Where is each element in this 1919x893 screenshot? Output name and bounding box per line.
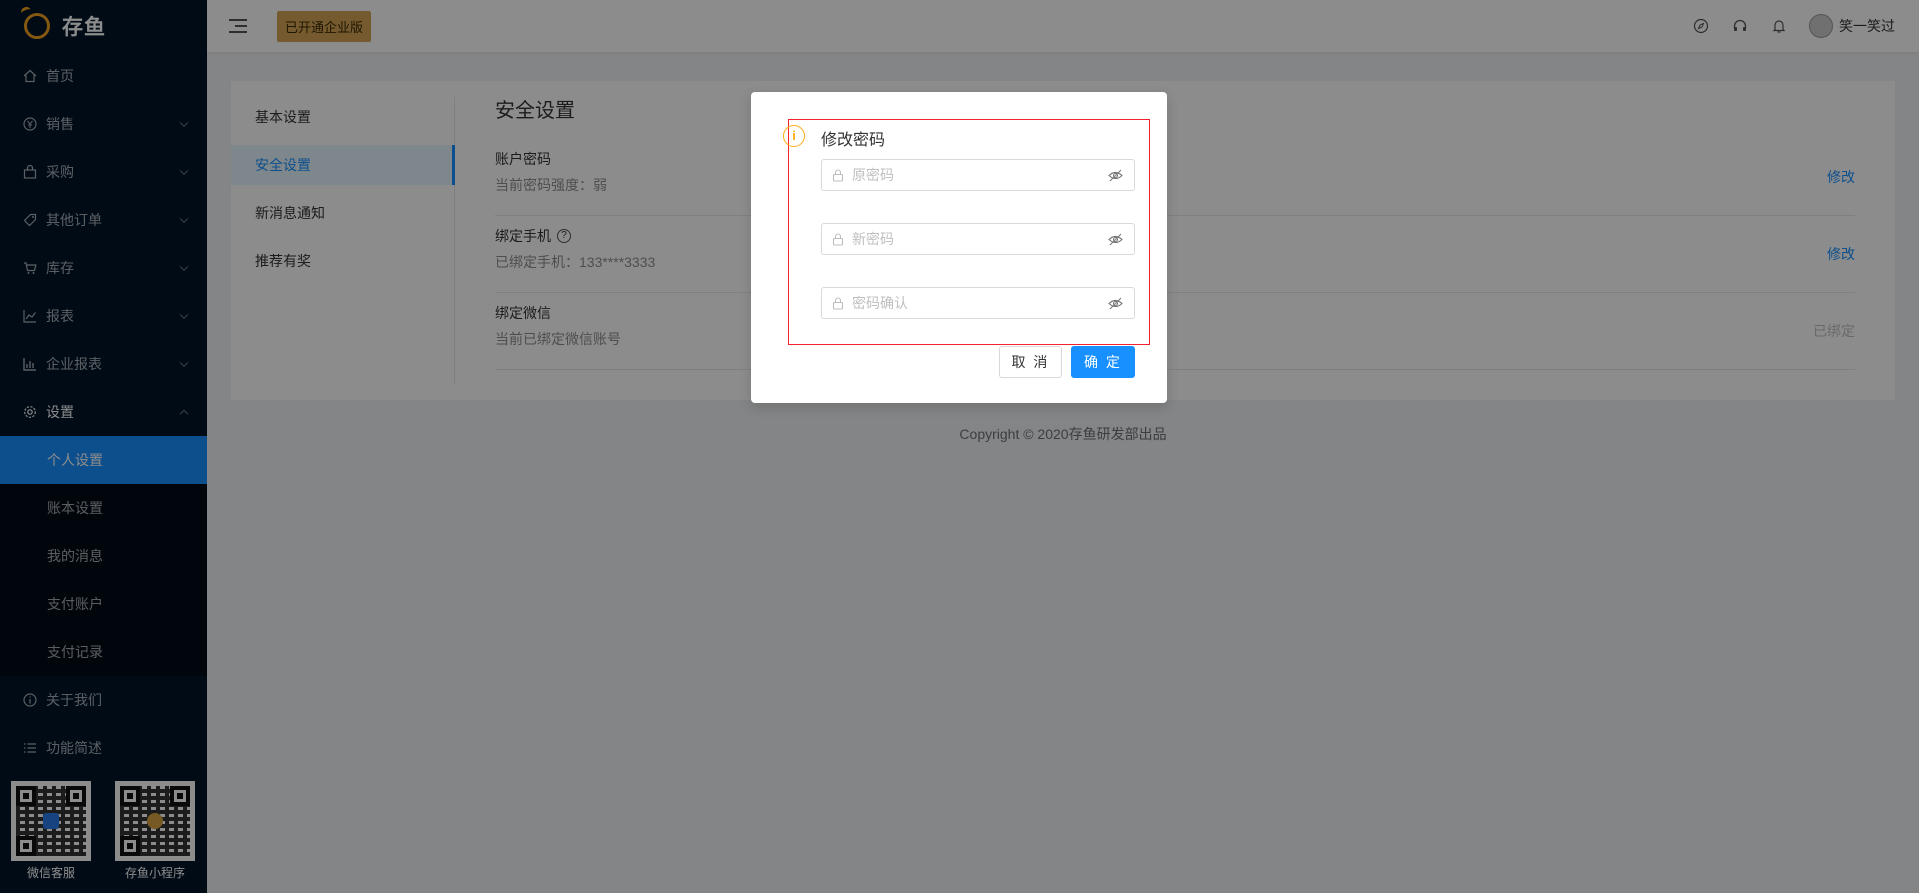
cancel-button[interactable]: 取 消 — [999, 346, 1062, 378]
old-password-field[interactable] — [821, 159, 1135, 191]
info-circle-icon: i — [783, 125, 805, 147]
confirm-button[interactable]: 确 定 — [1071, 346, 1135, 378]
change-password-modal: i 修改密码 取 消 确 定 — [751, 92, 1167, 403]
eye-invisible-icon[interactable] — [1108, 169, 1124, 182]
lock-icon — [832, 296, 846, 310]
lock-icon — [832, 232, 846, 246]
modal-title: 修改密码 — [821, 132, 886, 149]
old-password-input[interactable] — [852, 167, 1108, 183]
new-password-input[interactable] — [852, 231, 1108, 247]
lock-icon — [832, 168, 846, 182]
new-password-field[interactable] — [821, 223, 1135, 255]
eye-invisible-icon[interactable] — [1108, 233, 1124, 246]
confirm-password-input[interactable] — [852, 295, 1108, 311]
confirm-password-field[interactable] — [821, 287, 1135, 319]
eye-invisible-icon[interactable] — [1108, 297, 1124, 310]
